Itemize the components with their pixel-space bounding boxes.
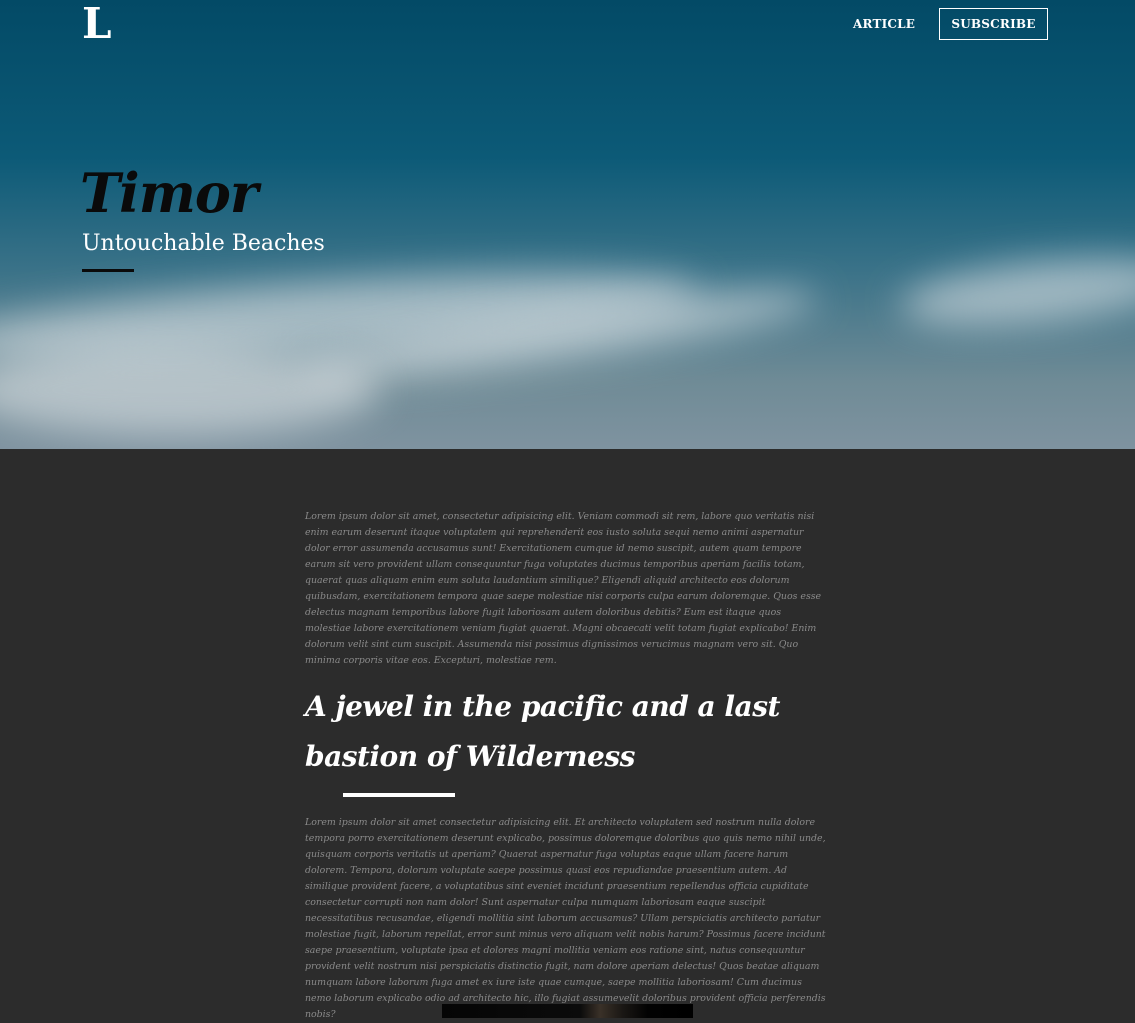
cloud bbox=[897, 247, 1135, 337]
section-heading: A jewel in the pacific and a last bastio… bbox=[305, 690, 780, 773]
site-logo[interactable]: L bbox=[82, 2, 112, 46]
hero-subtitle: Untouchable Beaches bbox=[82, 231, 325, 256]
section-divider bbox=[343, 793, 455, 797]
hero-section: L ARTICLE SUBSCRIBE Timor Untouchable Be… bbox=[0, 0, 1135, 449]
hero-title: Timor bbox=[80, 161, 258, 225]
article-image bbox=[442, 1004, 693, 1018]
intro-paragraph: Lorem ipsum dolor sit amet, consectetur … bbox=[305, 511, 822, 666]
cloud bbox=[0, 345, 380, 435]
subscribe-button[interactable]: SUBSCRIBE bbox=[939, 8, 1048, 40]
article-content: Lorem ipsum dolor sit amet, consectetur … bbox=[305, 509, 827, 1023]
body-paragraph: Lorem ipsum dolor sit amet consectetur a… bbox=[305, 817, 826, 1020]
nav-link-article[interactable]: ARTICLE bbox=[853, 16, 915, 32]
hero-divider bbox=[82, 269, 134, 272]
